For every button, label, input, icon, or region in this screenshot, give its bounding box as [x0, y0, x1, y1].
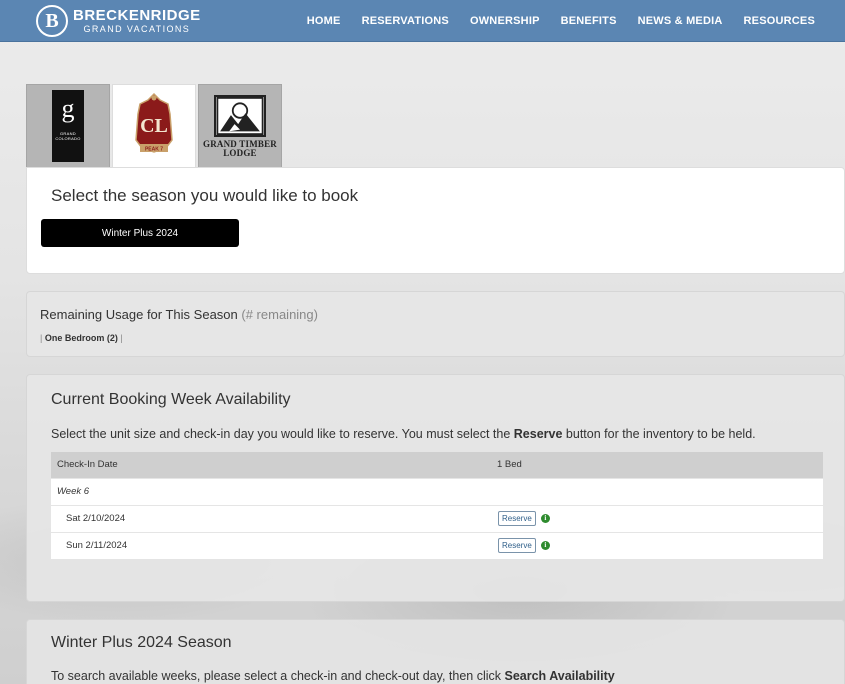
availability-title: Current Booking Week Availability [51, 391, 291, 408]
tab-peak-7[interactable]: CL PEAK 7 [112, 84, 196, 169]
nav-resources[interactable]: RESOURCES [744, 15, 815, 27]
winter-instruction-pre: To search available weeks, please select… [51, 669, 502, 683]
grand-colorado-logo: g GRAND COLORADO [52, 90, 84, 162]
nav-home[interactable]: HOME [307, 15, 341, 27]
nav-ownership[interactable]: OWNERSHIP [470, 15, 540, 27]
check-in-date-cell: Sun 2/11/2024 [51, 531, 491, 559]
remaining-usage-list: | One Bedroom (2) | [40, 333, 123, 343]
remaining-usage-panel: Remaining Usage for This Season (# remai… [26, 291, 845, 357]
remaining-usage-title-suffix: (# remaining) [241, 307, 318, 322]
brand-name-line2: GRAND VACATIONS [83, 24, 191, 34]
info-icon[interactable]: i [540, 514, 550, 523]
nav-news-media[interactable]: NEWS & MEDIA [638, 15, 723, 27]
availability-instruction-pre: Select the unit size and check-in day yo… [51, 427, 511, 441]
winter-plus-season-panel: Winter Plus 2024 Season To search availa… [26, 619, 845, 684]
grand-timber-lodge-text: GRAND TIMBER LODGE [203, 138, 277, 158]
remaining-usage-title-text: Remaining Usage for This Season [40, 307, 238, 322]
brand-name: BRECKENRIDGE GRAND VACATIONS [73, 8, 201, 34]
week-group-row: Week 6 [51, 477, 823, 505]
nav-benefits[interactable]: BENEFITS [561, 15, 617, 27]
one-bed-cell: Reserve i [491, 504, 823, 532]
brand-name-line1: BRECKENRIDGE [73, 7, 201, 24]
resort-tabs: g GRAND COLORADO CL PEAK 7 GRAND TIMBER … [26, 84, 284, 169]
table-header-row: Check-In Date 1 Bed [51, 452, 823, 478]
brand-logo-icon: B [36, 5, 68, 37]
info-icon[interactable]: i [540, 541, 550, 551]
winter-instruction-bold: Search Availability [504, 669, 615, 683]
mountain-lodge-icon [214, 94, 266, 137]
peak-7-logo-text: PEAK 7 [145, 146, 163, 152]
table-row: Sat 2/10/2024 Reserve i [51, 504, 823, 532]
winter-plus-season-title: Winter Plus 2024 Season [51, 634, 232, 651]
tab-grand-timber-lodge[interactable]: GRAND TIMBER LODGE [198, 84, 282, 168]
grand-colorado-logo-letter: g [61, 94, 75, 123]
reserve-button[interactable]: Reserve [498, 511, 536, 526]
peak-7-logo-icon: CL PEAK 7 [135, 92, 173, 153]
column-header-1-bed: 1 Bed [491, 452, 823, 478]
availability-instruction-post: button for the inventory to be held. [565, 427, 756, 441]
top-navigation-bar: B BRECKENRIDGE GRAND VACATIONS HOME RESE… [0, 0, 845, 42]
svg-text:CL: CL [140, 115, 168, 137]
season-select-title: Select the season you would like to book [51, 186, 359, 205]
availability-instruction-bold: Reserve [513, 427, 563, 441]
reserve-button[interactable]: Reserve [498, 538, 536, 554]
one-bed-cell: Reserve i [491, 531, 823, 559]
check-in-date-cell: Sat 2/10/2024 [51, 504, 491, 532]
winter-plus-season-instruction: To search available weeks, please select… [51, 669, 615, 683]
remaining-usage-title: Remaining Usage for This Season (# remai… [40, 307, 318, 322]
season-winter-plus-2024-button[interactable]: Winter Plus 2024 [41, 219, 239, 247]
week-label: Week 6 [51, 477, 823, 505]
grand-timber-lodge-logo: GRAND TIMBER LODGE [199, 94, 281, 158]
availability-table: Check-In Date 1 Bed Week 6 Sat 2/10/2024… [51, 452, 823, 559]
availability-instruction: Select the unit size and check-in day yo… [51, 427, 756, 441]
table-row: Sun 2/11/2024 Reserve i [51, 531, 823, 559]
column-header-check-in-date: Check-In Date [51, 452, 491, 478]
usage-item-one-bedroom: One Bedroom (2) [44, 333, 118, 343]
booking-week-availability-panel: Current Booking Week Availability Select… [26, 374, 845, 602]
brand-logo[interactable]: B BRECKENRIDGE GRAND VACATIONS [36, 2, 201, 40]
grand-colorado-logo-text: GRAND COLORADO [55, 131, 81, 141]
season-select-panel: Select the season you would like to book… [26, 167, 845, 274]
main-nav: HOME RESERVATIONS OWNERSHIP BENEFITS NEW… [286, 0, 815, 42]
nav-reservations[interactable]: RESERVATIONS [362, 15, 449, 27]
tab-grand-colorado[interactable]: g GRAND COLORADO [26, 84, 110, 168]
